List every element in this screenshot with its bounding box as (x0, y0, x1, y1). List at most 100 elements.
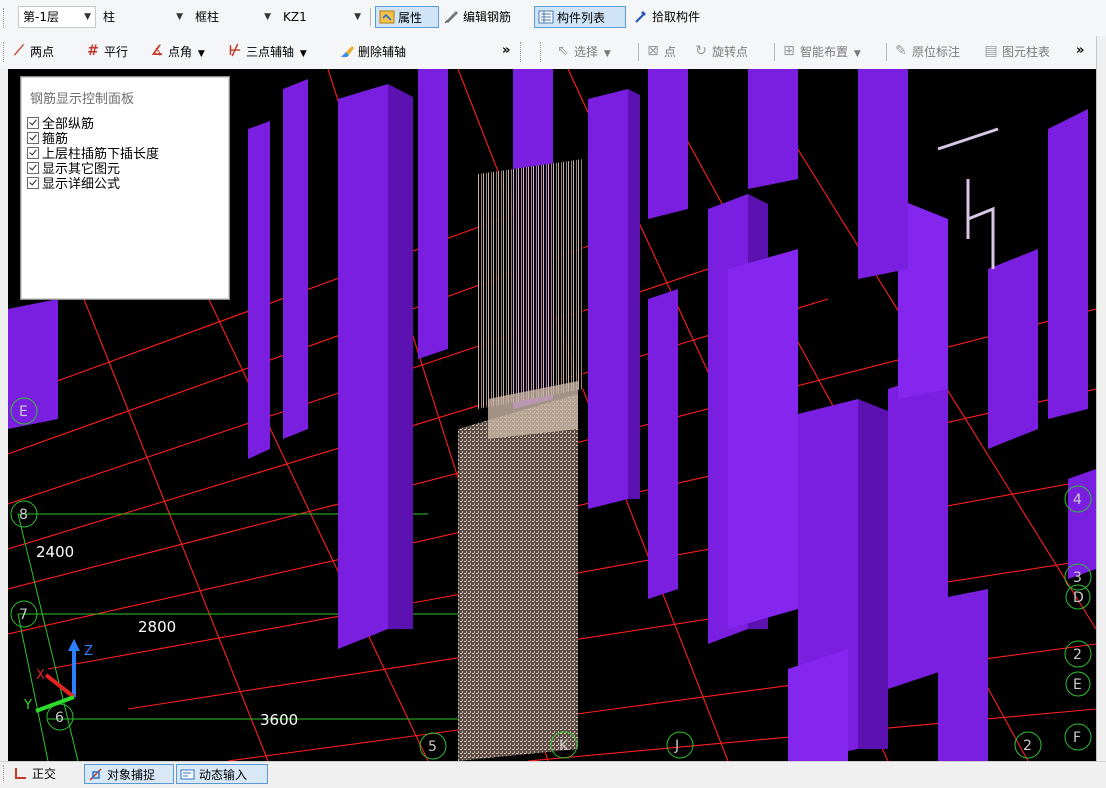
edit-rebar-button[interactable]: 编辑钢筋 (441, 6, 531, 28)
separator (638, 43, 639, 61)
rotate-point-button[interactable]: ↻ 旋转点 (690, 41, 770, 63)
two-point-icon: ⟋ (14, 43, 24, 59)
in-place-mark-button[interactable]: ✎ 原位标注 (890, 41, 978, 63)
smart-layout-button[interactable]: ⊞ 智能布置 ▼ (778, 41, 882, 63)
object-snap-label: 对象捕捉 (107, 768, 156, 782)
floor-select-value: 第-1层 (23, 10, 59, 24)
chevron-down-icon: ▼ (299, 49, 307, 59)
option-upper-insert-length[interactable]: 上层柱插筋下插长度 (27, 147, 159, 162)
subtype-select[interactable]: 框柱 ▼ (190, 6, 276, 28)
column (938, 589, 988, 761)
delete-axis-button[interactable]: 删除辅轴 (336, 41, 428, 63)
chevron-down-icon: ▼ (603, 49, 611, 59)
toolbar-grip[interactable] (3, 8, 7, 28)
chevron-down-icon: ▼ (853, 49, 861, 59)
checkbox[interactable] (27, 132, 39, 144)
rebar-upper-insert (478, 159, 583, 409)
axis-gizmo: Z X Y (23, 639, 93, 713)
three-point-axis-button[interactable]: ⊬ 三点辅轴 ▼ (224, 41, 332, 63)
point-icon: ⊠ (647, 43, 659, 59)
grid-bubble-label: F (1073, 730, 1081, 746)
toolbar-overflow-button[interactable]: » (1076, 43, 1084, 58)
axis-y-label: Y (23, 698, 32, 713)
two-point-axis-button[interactable]: ⟋ 两点 (8, 41, 80, 63)
checkbox[interactable] (27, 117, 39, 129)
dynamic-input-button[interactable]: 动态输入 (176, 764, 268, 784)
delete-axis-label: 删除辅轴 (358, 45, 407, 59)
option-label: 箍筋 (42, 132, 69, 147)
point-label: 点 (664, 45, 677, 59)
separator (886, 43, 887, 61)
point-button[interactable]: ⊠ 点 (642, 41, 688, 63)
point-angle-axis-button[interactable]: ∡ 点角 ▼ (146, 41, 222, 63)
separator (370, 8, 371, 26)
grid-bubble-label: 5 (428, 739, 437, 755)
category-select[interactable]: 柱 ▼ (98, 6, 188, 28)
dimension-label: 2800 (138, 618, 176, 636)
column (338, 84, 388, 649)
component-list-button[interactable]: 构件列表 (534, 6, 626, 28)
select-button[interactable]: ⇖ 选择 ▼ (552, 41, 632, 63)
ortho-button[interactable]: 正交 (10, 764, 80, 784)
chevron-down-icon: ▼ (84, 12, 91, 22)
3d-viewport[interactable]: 2400 2800 3600 8 7 6 5 E 4 3 D 2 E F J 2… (8, 69, 1096, 761)
option-show-other-elements[interactable]: 显示其它图元 (27, 162, 159, 177)
rotate-point-label: 旋转点 (712, 45, 749, 59)
column (648, 69, 688, 219)
attributes-button[interactable]: 属性 (375, 6, 439, 28)
two-point-label: 两点 (30, 45, 55, 59)
column (748, 69, 798, 189)
smart-layout-label: 智能布置 (800, 45, 849, 59)
status-bar: 正交 对象捕捉 动态输入 (0, 761, 1106, 785)
column (858, 69, 908, 279)
parallel-icon: # (87, 43, 99, 59)
parallel-label: 平行 (104, 45, 129, 59)
toolbar-overflow-button[interactable]: » (502, 43, 510, 58)
option-show-detailed-formula[interactable]: 显示详细公式 (27, 177, 159, 192)
column (283, 79, 308, 439)
option-stirrups[interactable]: 箍筋 (27, 132, 159, 147)
checkbox[interactable] (27, 162, 39, 174)
option-all-longitudinal[interactable]: 全部纵筋 (27, 117, 159, 132)
toolbar-grip[interactable] (3, 42, 7, 62)
toolbar-grip[interactable] (540, 42, 544, 62)
grid-bubble-label: 2 (1023, 738, 1032, 754)
subtype-select-value: 框柱 (195, 10, 220, 24)
cursor-icon: ⇖ (557, 43, 569, 59)
component-select[interactable]: KZ1 ▼ (278, 6, 366, 28)
column (588, 89, 628, 509)
option-label: 上层柱插筋下插长度 (42, 147, 160, 162)
option-label: 显示其它图元 (42, 162, 121, 177)
toolbar-grip[interactable] (520, 42, 524, 62)
left-dock-strip (0, 69, 8, 761)
column (418, 69, 448, 359)
pick-component-button[interactable]: 拾取构件 (630, 6, 720, 28)
dynamic-input-label: 动态输入 (199, 768, 248, 782)
column (858, 399, 888, 749)
floor-select[interactable]: 第-1层 ▼ (18, 6, 96, 28)
checkbox[interactable] (27, 147, 39, 159)
ortho-label: 正交 (32, 767, 57, 781)
right-dock-strip (1096, 36, 1106, 761)
rebar-column-body (458, 394, 578, 761)
list-icon (538, 9, 554, 25)
object-snap-button[interactable]: 对象捕捉 (84, 764, 174, 784)
element-column-table-button[interactable]: ▤ 图元柱表 (980, 41, 1072, 63)
pick-component-label: 拾取构件 (652, 10, 701, 24)
axis-x-label: X (36, 668, 45, 683)
rotate-icon: ↻ (695, 43, 707, 59)
chevron-down-icon: ▼ (197, 49, 205, 59)
three-point-label: 三点辅轴 (246, 45, 295, 59)
checkbox[interactable] (27, 177, 39, 189)
column (788, 649, 848, 761)
column (1068, 469, 1096, 579)
snap-icon (88, 767, 103, 782)
attributes-label: 属性 (398, 11, 423, 25)
parallel-axis-button[interactable]: # 平行 (82, 41, 144, 63)
toolbar-grip[interactable] (3, 765, 7, 781)
ortho-icon (13, 766, 28, 781)
eraser-icon (339, 43, 355, 59)
annotate-icon: ✎ (895, 43, 907, 59)
grid-bubble-label: 2 (1073, 647, 1082, 663)
column (248, 121, 270, 459)
